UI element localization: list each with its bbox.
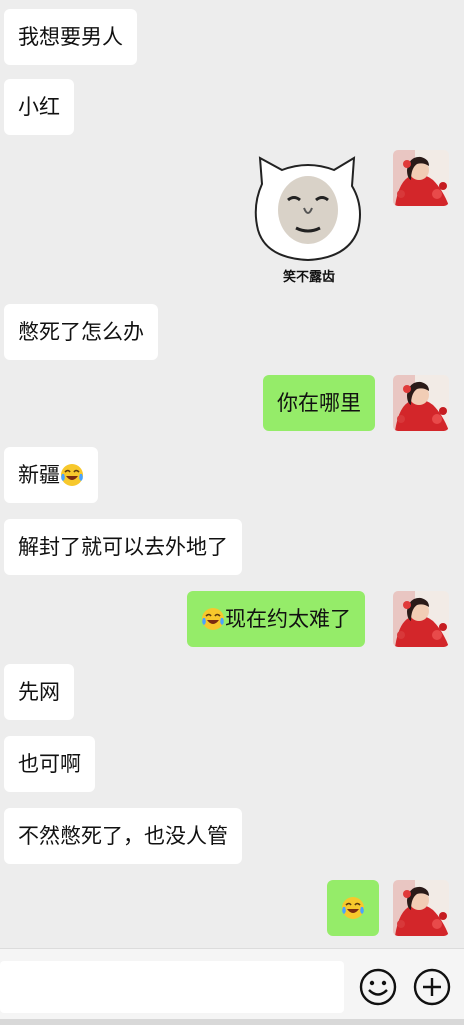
message-text: 我想要男人: [18, 25, 123, 49]
message-text: 憋死了怎么办: [18, 320, 144, 344]
my-avatar[interactable]: [393, 880, 449, 936]
my-avatar[interactable]: [393, 591, 449, 647]
my-avatar[interactable]: [393, 150, 449, 206]
sticker-caption: 笑不露齿: [282, 270, 335, 285]
smiley-face-icon[interactable]: [358, 967, 398, 1007]
incoming-message-bubble[interactable]: 我想要男人: [4, 9, 137, 65]
incoming-message-bubble[interactable]: 先网: [4, 664, 74, 720]
incoming-message-bubble[interactable]: 小红: [4, 79, 74, 135]
my-avatar[interactable]: [393, 375, 449, 431]
message-input-bar: [0, 948, 464, 1025]
keyboard-divider: [0, 1019, 464, 1025]
message-text: 不然憋死了，也没人管: [18, 824, 228, 848]
crying-laugh-emoji: [201, 607, 225, 631]
incoming-message-bubble[interactable]: 解封了就可以去外地了: [4, 519, 242, 575]
incoming-message-bubble[interactable]: 憋死了怎么办: [4, 304, 158, 360]
message-text: 小红: [18, 95, 60, 119]
incoming-message-bubble[interactable]: 不然憋死了，也没人管: [4, 808, 242, 864]
outgoing-message-bubble[interactable]: 现在约太难了: [187, 591, 365, 647]
message-text: 先网: [18, 680, 60, 704]
sticker-face-icon: [254, 156, 361, 262]
outgoing-message-bubble[interactable]: [327, 880, 379, 936]
crying-laugh-emoji: [341, 896, 365, 920]
crying-laugh-emoji: [60, 463, 84, 487]
message-text: 现在约太难了: [225, 607, 351, 631]
sticker-message[interactable]: 笑不露齿: [248, 150, 370, 290]
plus-circle-icon[interactable]: [412, 967, 452, 1007]
outgoing-message-bubble[interactable]: 你在哪里: [263, 375, 375, 431]
message-text: 解封了就可以去外地了: [18, 535, 228, 559]
message-input[interactable]: [0, 961, 344, 1013]
chat-area: 我想要男人 小红 笑不露齿 憋死了怎么办 你在哪里 新疆 解封了就可以去外地了: [0, 0, 464, 948]
message-text: 也可啊: [18, 752, 81, 776]
incoming-message-bubble[interactable]: 新疆: [4, 447, 98, 503]
message-text: 新疆: [18, 463, 60, 487]
message-text: 你在哪里: [277, 391, 361, 415]
incoming-message-bubble[interactable]: 也可啊: [4, 736, 95, 792]
